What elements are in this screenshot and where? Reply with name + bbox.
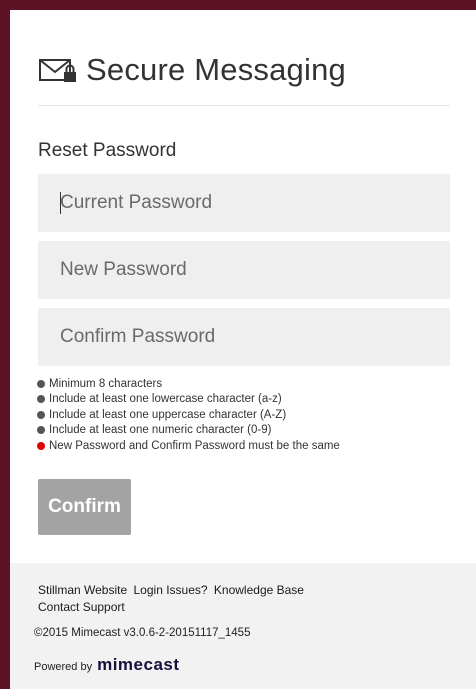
powered-by-label: Powered by xyxy=(34,661,93,673)
header-divider xyxy=(38,105,450,106)
status-dot-icon xyxy=(37,410,45,419)
footer-link-contact-support[interactable]: Contact Support xyxy=(38,600,125,614)
confirm-password-input[interactable] xyxy=(38,308,450,366)
rule-text: Include at least one uppercase character… xyxy=(49,408,287,421)
envelope-lock-icon xyxy=(39,59,76,82)
footer-links: Stillman Website Login Issues? Knowledge… xyxy=(38,582,368,616)
password-rule: Include at least one lowercase character… xyxy=(37,392,340,408)
new-password-input[interactable] xyxy=(38,241,450,299)
section-title: Reset Password xyxy=(38,140,177,161)
current-password-input[interactable] xyxy=(38,174,450,232)
status-dot-icon xyxy=(37,379,45,388)
reset-password-panel: Secure Messaging Reset Password Minimum … xyxy=(10,10,476,689)
password-rule: Minimum 8 characters xyxy=(37,376,340,392)
footer-link-website[interactable]: Stillman Website xyxy=(38,583,127,597)
app-title: Secure Messaging xyxy=(86,52,346,87)
mimecast-logo: mimecast xyxy=(97,655,180,674)
status-dot-icon xyxy=(37,426,45,435)
powered-by: Powered by mimecast xyxy=(34,655,180,675)
password-rule: Include at least one numeric character (… xyxy=(37,423,340,439)
status-dot-icon xyxy=(37,441,45,450)
copyright-text: ©2015 Mimecast v3.0.6-2-20151117_1455 xyxy=(34,627,251,639)
password-rule: Include at least one uppercase character… xyxy=(37,407,340,423)
app-header: Secure Messaging xyxy=(38,52,346,88)
footer-link-knowledge-base[interactable]: Knowledge Base xyxy=(214,583,304,597)
rule-text: Include at least one lowercase character… xyxy=(49,393,282,406)
footer-link-login-issues[interactable]: Login Issues? xyxy=(134,583,208,597)
rule-text: New Password and Confirm Password must b… xyxy=(49,439,340,452)
rule-text: Minimum 8 characters xyxy=(49,377,163,390)
text-cursor xyxy=(60,192,61,214)
rule-text: Include at least one numeric character (… xyxy=(49,424,272,437)
status-dot-icon xyxy=(37,395,45,404)
confirm-button[interactable]: Confirm xyxy=(38,479,131,535)
footer: Stillman Website Login Issues? Knowledge… xyxy=(10,563,476,689)
password-rules-list: Minimum 8 characters Include at least on… xyxy=(37,376,340,454)
password-rule: New Password and Confirm Password must b… xyxy=(37,438,340,454)
